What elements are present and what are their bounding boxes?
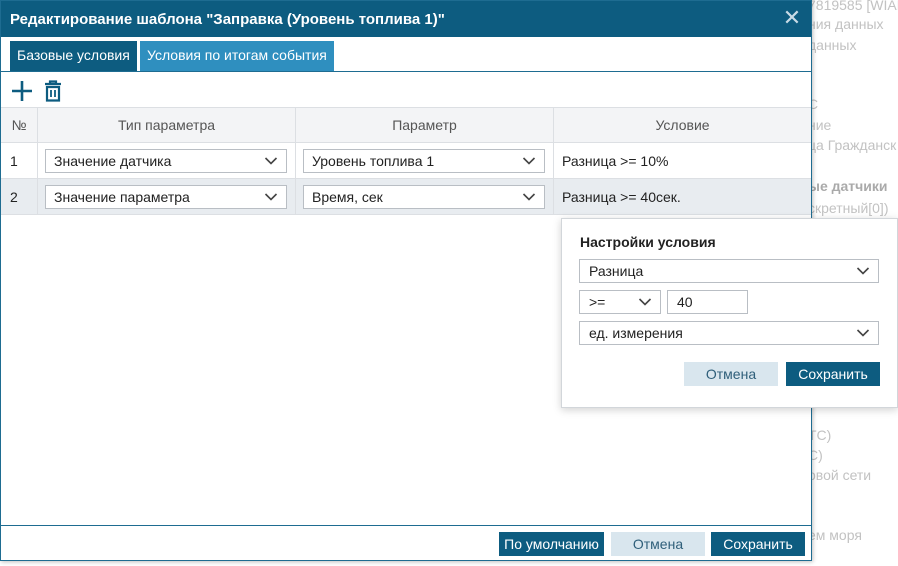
- column-condition: Условие: [655, 117, 710, 133]
- tab-event-result-conditions[interactable]: Условия по итогам события: [140, 41, 334, 71]
- param-value: Время, сек: [312, 189, 383, 205]
- add-row-button[interactable]: [10, 79, 34, 103]
- condition-cell[interactable]: Разница >= 10%: [554, 143, 811, 179]
- column-param-type: Тип параметра: [38, 108, 296, 143]
- param-type-cell: Значение датчика: [38, 143, 296, 179]
- param-cell: Уровень топлива 1: [296, 143, 554, 179]
- default-button[interactable]: По умолчанию: [499, 532, 604, 556]
- plus-icon: [12, 81, 32, 101]
- dialog-footer: По умолчанию Отмена Сохранить: [1, 525, 811, 561]
- save-button[interactable]: Сохранить: [711, 532, 805, 556]
- tab-base-conditions[interactable]: Базовые условия: [10, 41, 137, 71]
- popup-title: Настройки условия: [580, 234, 716, 250]
- popup-save-button[interactable]: Сохранить: [786, 362, 880, 386]
- column-param: Параметр: [296, 108, 554, 143]
- threshold-value-input[interactable]: 40: [667, 290, 748, 314]
- bg-text-5: ца Гражданск: [808, 137, 897, 153]
- table-row[interactable]: 1 Значение датчика Уровень топлива 1 Раз…: [1, 143, 811, 179]
- popup-cancel-button[interactable]: Отмена: [684, 362, 778, 386]
- condition-cell[interactable]: Разница >= 40сек.: [554, 179, 811, 215]
- bg-text-1: ния данных: [808, 16, 884, 32]
- condition-type-select[interactable]: Разница: [579, 259, 879, 283]
- unit-select[interactable]: ед. измерения: [579, 321, 879, 345]
- trash-icon: [45, 80, 61, 102]
- param-select[interactable]: Время, сек: [303, 185, 545, 209]
- condition-settings-popup: Настройки условия Разница >= 40 ед. изме…: [561, 218, 898, 408]
- param-type-cell: Значение параметра: [38, 179, 296, 215]
- table-toolbar: [1, 73, 811, 107]
- chevron-down-icon: [264, 193, 278, 201]
- table-header: № Тип параметра Параметр Условие: [1, 107, 811, 143]
- bg-text-10: овой сети: [808, 467, 872, 483]
- row-number: 1: [1, 143, 38, 179]
- param-select[interactable]: Уровень топлива 1: [303, 149, 545, 173]
- dialog-header: Редактирование шаблона "Заправка (Уровен…: [1, 1, 811, 37]
- close-icon[interactable]: ✕: [781, 7, 803, 29]
- param-value: Уровень топлива 1: [312, 153, 435, 169]
- unit-placeholder: ед. измерения: [589, 325, 683, 341]
- tab-bar: Базовые условия Условия по итогам событи…: [1, 37, 811, 72]
- chevron-down-icon: [264, 157, 278, 165]
- param-cell: Время, сек: [296, 179, 554, 215]
- param-type-value: Значение параметра: [54, 189, 190, 205]
- cancel-button[interactable]: Отмена: [611, 532, 705, 556]
- chevron-down-icon: [522, 193, 536, 201]
- bg-text-7: скретный[0]): [808, 200, 889, 216]
- row-number: 2: [1, 179, 38, 215]
- param-type-select[interactable]: Значение датчика: [45, 149, 287, 173]
- operator-select[interactable]: >=: [579, 290, 661, 314]
- table-row[interactable]: 2 Значение параметра Время, сек Разница …: [1, 179, 811, 215]
- chevron-down-icon: [638, 298, 652, 306]
- param-type-select[interactable]: Значение параметра: [45, 185, 287, 209]
- chevron-down-icon: [522, 157, 536, 165]
- bg-text-11: ем моря: [808, 527, 862, 543]
- param-type-value: Значение датчика: [54, 153, 172, 169]
- dialog-title: Редактирование шаблона "Заправка (Уровен…: [10, 11, 445, 28]
- chevron-down-icon: [856, 267, 870, 275]
- condition-type-value: Разница: [589, 263, 644, 279]
- column-number: №: [1, 108, 38, 143]
- bg-text-6: ые датчики: [808, 178, 888, 194]
- bg-text-2: данных: [808, 37, 857, 53]
- operator-value: >=: [589, 294, 606, 310]
- delete-row-button[interactable]: [41, 79, 65, 103]
- bg-text-0: 7819585 [WIAL: [808, 0, 898, 13]
- chevron-down-icon: [856, 329, 870, 337]
